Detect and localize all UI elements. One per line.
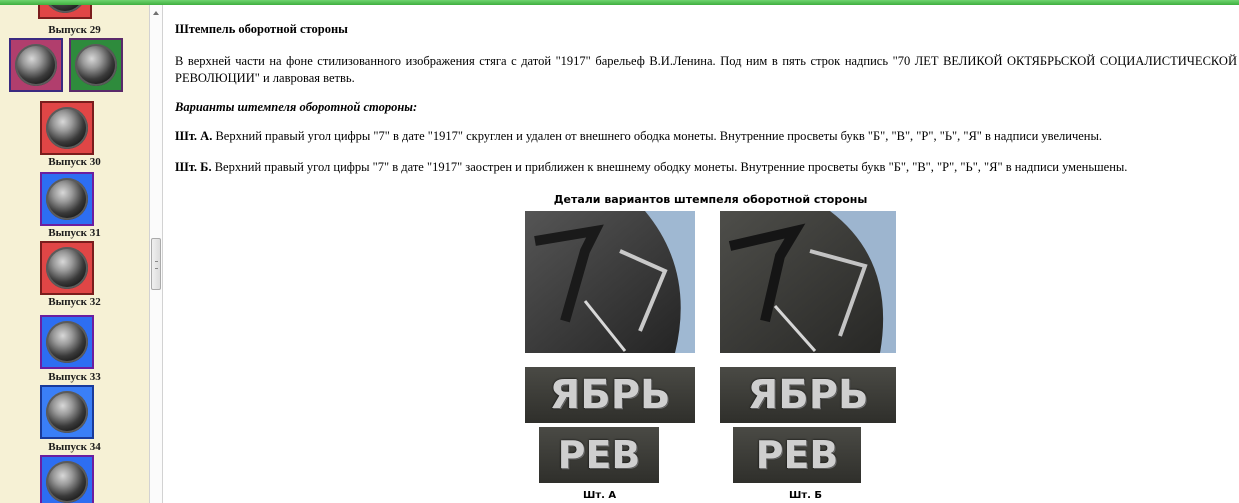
section-heading: Штемпель оборотной стороны [175,22,348,36]
sidebar-item-label[interactable]: Выпуск 31 [0,227,149,239]
detail-image-title: Детали вариантов штемпеля оборотной стор… [553,193,868,206]
scrollbar-thumb[interactable] [151,238,161,290]
sidebar-item-label[interactable]: Выпуск 32 [0,296,149,308]
variant-a-rev-closeup: РЕВ [539,427,659,483]
issue-33-thumbnail[interactable] [40,315,94,369]
variant-a-label: Шт. А. [175,129,213,143]
variant-a-caption: Шт. А [583,490,617,501]
variant-b-date-closeup [720,211,896,353]
variant-b-word-closeup: ЯБРЬ [720,367,896,423]
variants-title: Варианты штемпеля оборотной стороны: [175,100,418,114]
sidebar-scrollbar[interactable] [149,5,163,503]
stamp-details-image: Детали вариантов штемпеля оборотной стор… [525,189,896,503]
variant-a-date-closeup [525,211,695,353]
issue-29-coin-1-thumbnail[interactable] [9,38,63,92]
variant-a-text: Верхний правый угол цифры "7" в дате "19… [212,129,1102,143]
issues-sidebar: Выпуск 29 Выпуск 30 Выпуск 31 Выпуск 32 … [0,5,149,503]
sidebar-item-label[interactable]: Выпуск 29 [0,24,149,36]
sidebar-item-label[interactable]: Выпуск 33 [0,371,149,383]
issue-29-coin-2-thumbnail[interactable] [69,38,123,92]
description-paragraph: В верхней части на фоне стилизованного и… [175,54,1237,85]
variant-a-word-closeup: ЯБРЬ [525,367,695,423]
issue-34-thumbnail[interactable] [40,385,94,439]
variant-b-text: Верхний правый угол цифры "7" в дате "19… [211,160,1128,174]
sidebar-item-label[interactable]: Выпуск 34 [0,441,149,453]
issue-30-thumbnail[interactable] [40,101,94,155]
variant-b-label: Шт. Б. [175,160,212,174]
issue-35-thumbnail[interactable] [40,455,94,503]
issue-31-thumbnail[interactable] [40,172,94,226]
scroll-up-arrow-icon[interactable] [153,11,159,15]
variant-a-paragraph: Шт. А. Верхний правый угол цифры "7" в д… [175,129,1102,144]
variant-b-rev-closeup: РЕВ [733,427,861,483]
issue-28-thumbnail[interactable] [38,5,92,19]
variant-b-paragraph: Шт. Б. Верхний правый угол цифры "7" в д… [175,160,1127,175]
sidebar-item-label[interactable]: Выпуск 30 [0,156,149,168]
window-top-border [0,0,1239,5]
issue-32-thumbnail[interactable] [40,241,94,295]
variant-b-caption: Шт. Б [789,490,823,501]
